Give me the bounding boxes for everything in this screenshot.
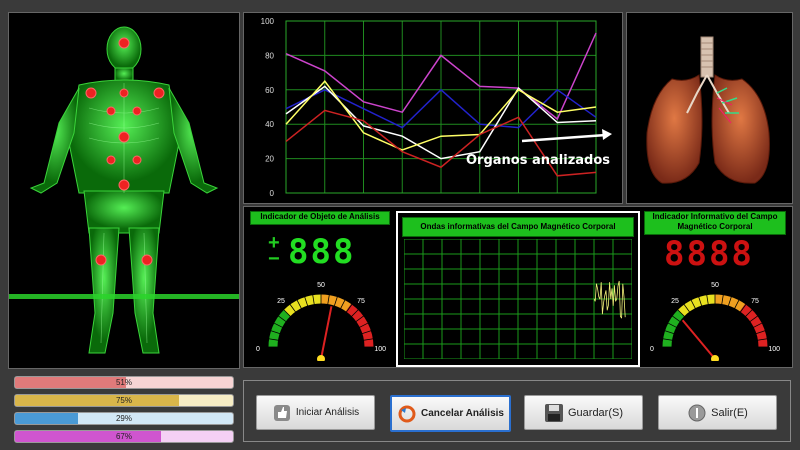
gauge-scale-label: 0 bbox=[256, 346, 260, 353]
gauge-arc-segment bbox=[268, 309, 291, 348]
floppy-disk-icon bbox=[544, 403, 564, 423]
y-tick-label: 80 bbox=[265, 51, 274, 60]
gauge-scale-label: 25 bbox=[671, 298, 679, 305]
gauge-scale-label: 75 bbox=[357, 298, 365, 305]
save-label: Guardar(S) bbox=[567, 406, 624, 419]
gauge-scale-label: 100 bbox=[374, 346, 386, 353]
body-scan-panel bbox=[8, 12, 240, 369]
gauge-scale-label: 25 bbox=[277, 298, 285, 305]
object-digit-display: 888 bbox=[288, 232, 356, 272]
gauge-scale-label: 0 bbox=[650, 346, 654, 353]
gauge-arc-segment bbox=[662, 309, 685, 348]
annotation-arrowhead bbox=[602, 129, 612, 140]
y-tick-label: 0 bbox=[270, 189, 275, 198]
exit-info-icon bbox=[687, 403, 707, 423]
action-buttons-bar: Iniciar Análisis Cancelar Análisis Guard… bbox=[243, 380, 791, 442]
gauge-arc-segment bbox=[283, 294, 322, 317]
minus-sign: − bbox=[268, 248, 280, 270]
gauge-arc-segment bbox=[677, 294, 716, 317]
cancel-analysis-label: Cancelar Análisis bbox=[420, 408, 504, 419]
start-analysis-label: Iniciar Análisis bbox=[295, 407, 360, 418]
gauge-needle bbox=[681, 319, 716, 360]
magnetic-waves-title: Ondas informativas del Campo Magnético C… bbox=[402, 217, 634, 237]
lungs-image bbox=[646, 36, 770, 184]
gauge-needle bbox=[320, 306, 333, 360]
human-body-figure bbox=[9, 26, 239, 354]
field-indicator-title: Indicador Informativo del Campo Magnétic… bbox=[644, 211, 786, 235]
object-indicator-title: Indicador de Objeto de Análisis bbox=[250, 211, 390, 225]
y-tick-label: 40 bbox=[265, 120, 274, 129]
progress-bar-2: 75% bbox=[14, 394, 234, 407]
y-tick-label: 60 bbox=[265, 86, 274, 95]
save-button[interactable]: Guardar(S) bbox=[524, 395, 643, 430]
object-analysis-gauge: 0 25 50 75 100 bbox=[256, 282, 386, 361]
line-chart-svg: 100 80 60 40 20 0 bbox=[261, 17, 612, 198]
exit-label: Salir(E) bbox=[711, 406, 748, 419]
gauge-scale-label: 100 bbox=[768, 346, 780, 353]
magnetic-waves-box: Ondas informativas del Campo Magnético C… bbox=[396, 211, 640, 367]
progress-bar-1: 51% bbox=[14, 376, 234, 389]
gauge-scale-label: 75 bbox=[751, 298, 759, 305]
progress-label-2: 75% bbox=[115, 396, 132, 405]
progress-label-4: 67% bbox=[115, 432, 132, 441]
y-tick-label: 20 bbox=[265, 155, 274, 164]
progress-bar-4: 67% bbox=[14, 430, 234, 443]
start-analysis-button[interactable]: Iniciar Análisis bbox=[256, 395, 375, 430]
gauge-pivot bbox=[317, 355, 325, 361]
progress-bar-3: 29% bbox=[14, 412, 234, 425]
analysis-line-chart: 100 80 60 40 20 0 Organos analizados bbox=[243, 12, 623, 204]
indicators-panel: Indicador de Objeto de Análisis + − 888 … bbox=[243, 206, 793, 368]
organ-panel bbox=[626, 12, 793, 204]
progress-label-3: 29% bbox=[115, 414, 132, 423]
field-digit-display: 8888 bbox=[664, 234, 754, 274]
cancel-refresh-icon bbox=[397, 404, 417, 424]
annotation-arrow bbox=[521, 133, 607, 143]
progress-label-1: 51% bbox=[115, 378, 132, 387]
cancel-analysis-button[interactable]: Cancelar Análisis bbox=[390, 395, 511, 432]
gauge-scale-label: 50 bbox=[317, 282, 325, 289]
chart-annotation: Organos analizados bbox=[466, 153, 611, 168]
thumbs-up-icon bbox=[272, 403, 292, 423]
field-information-gauge: 0 25 50 75 100 bbox=[650, 282, 780, 361]
y-tick-label: 100 bbox=[261, 17, 275, 26]
exit-button[interactable]: Salir(E) bbox=[658, 395, 777, 430]
progress-bars: 51% 75% 29% 67% bbox=[8, 372, 238, 444]
waves-oscilloscope bbox=[404, 239, 632, 359]
gauge-scale-label: 50 bbox=[711, 282, 719, 289]
